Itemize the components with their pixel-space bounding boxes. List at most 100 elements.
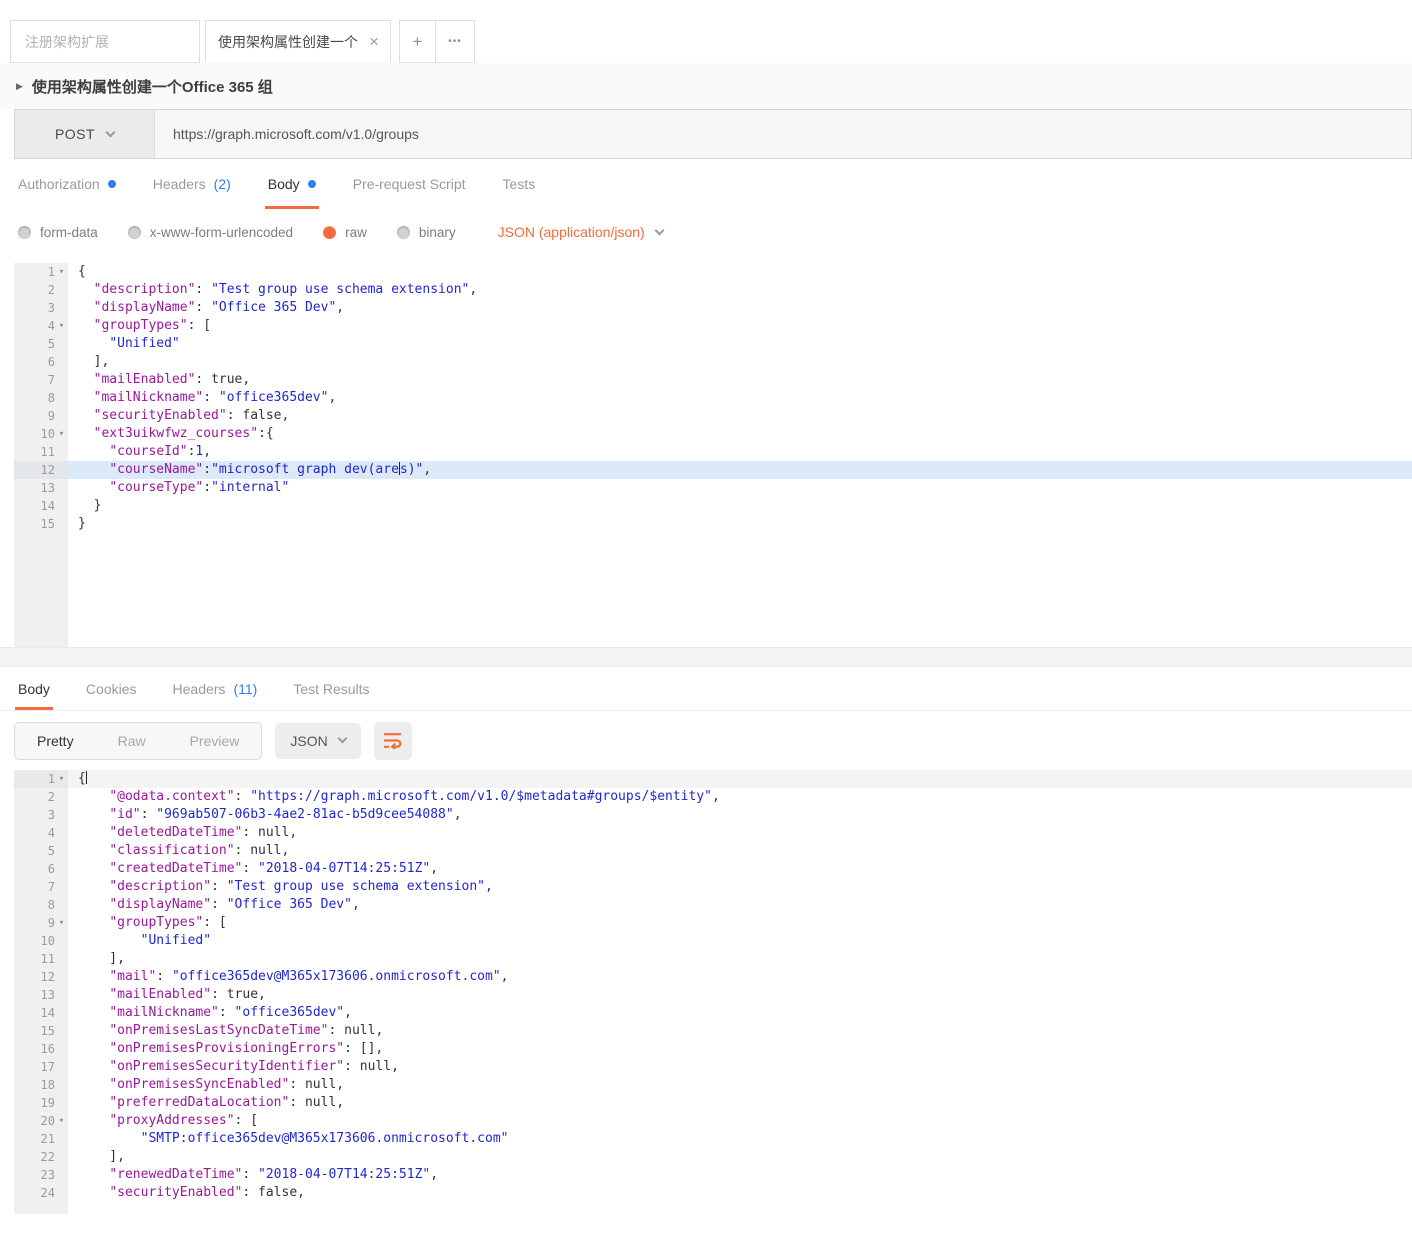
code-line[interactable]: 15} <box>14 515 1412 533</box>
code-line[interactable]: 1▾{ <box>14 263 1412 281</box>
code-line: 11 ], <box>14 950 1412 968</box>
tab-label: Body <box>18 681 50 697</box>
pane-divider[interactable] <box>0 647 1412 667</box>
code-line[interactable]: 3 "displayName": "Office 365 Dev", <box>14 299 1412 317</box>
code-line[interactable]: 7 "mailEnabled": true, <box>14 371 1412 389</box>
request-body-editor[interactable]: 1▾{2 "description": "Test group use sche… <box>14 263 1412 647</box>
tab-label: Pre-request Script <box>353 176 466 192</box>
radio-raw[interactable]: raw <box>323 225 367 240</box>
tab-authorization[interactable]: Authorization <box>18 159 116 209</box>
code-line: 1▾{ <box>14 770 1412 788</box>
tab-create-group-with-schema[interactable]: 使用架构属性创建一个 × <box>205 20 391 63</box>
code-line: 2 "@odata.context": "https://graph.micro… <box>14 788 1412 806</box>
close-tab-icon[interactable]: × <box>369 33 379 50</box>
tab-register-schema-extension[interactable]: 注册架构扩展 <box>10 20 200 63</box>
response-toolbar: Pretty Raw Preview JSON <box>0 711 1412 770</box>
tab-headers[interactable]: Headers (2) <box>153 159 231 209</box>
more-tabs-button[interactable]: ••• <box>436 20 475 63</box>
code-line: 13 "mailEnabled": true, <box>14 986 1412 1004</box>
preview-view-button[interactable]: Preview <box>168 723 262 759</box>
code-line: 8 "displayName": "Office 365 Dev", <box>14 896 1412 914</box>
radio-icon[interactable] <box>128 226 141 239</box>
tab-label: Headers <box>173 681 226 697</box>
view-mode-segmented-control: Pretty Raw Preview <box>14 722 262 760</box>
line-number-gutter: 14 <box>14 497 68 515</box>
line-number-gutter: 11 <box>14 443 68 461</box>
line-number-gutter: 8 <box>14 896 68 914</box>
line-number-gutter: 11 <box>14 950 68 968</box>
response-tabs: Body Cookies Headers (11) Test Results <box>0 667 1412 711</box>
line-number-gutter: 4 <box>14 824 68 842</box>
radio-binary[interactable]: binary <box>397 225 456 240</box>
line-number-gutter: 13 <box>14 479 68 497</box>
line-number-gutter: 3 <box>14 299 68 317</box>
radio-x-www-form-urlencoded[interactable]: x-www-form-urlencoded <box>128 225 293 240</box>
code-line[interactable]: 12 "courseName":"microsoft graph dev(are… <box>14 461 1412 479</box>
radio-icon[interactable] <box>397 226 410 239</box>
wrap-text-button[interactable] <box>374 722 412 760</box>
line-number-gutter: 9 <box>14 407 68 425</box>
code-line[interactable]: 6 ], <box>14 353 1412 371</box>
content-type-select[interactable]: JSON (application/json) <box>498 224 663 240</box>
code-line[interactable]: 13 "courseType":"internal" <box>14 479 1412 497</box>
code-line[interactable]: 2 "description": "Test group use schema … <box>14 281 1412 299</box>
tab-response-headers[interactable]: Headers (11) <box>173 667 258 710</box>
tab-tests[interactable]: Tests <box>503 159 536 209</box>
tab-pre-request-script[interactable]: Pre-request Script <box>353 159 466 209</box>
radio-form-data[interactable]: form-data <box>18 225 98 240</box>
fold-arrow-icon[interactable]: ▾ <box>55 770 68 788</box>
line-number-gutter: 7 <box>14 878 68 896</box>
line-number-gutter: 5 <box>14 842 68 860</box>
code-line: 4 "deletedDateTime": null, <box>14 824 1412 842</box>
radio-selected-icon[interactable] <box>323 226 336 239</box>
pretty-view-button[interactable]: Pretty <box>15 723 96 759</box>
line-number-gutter: 10▾ <box>14 425 68 443</box>
tab-cookies[interactable]: Cookies <box>86 667 137 710</box>
line-number-gutter: 22 <box>14 1148 68 1166</box>
method-select[interactable]: POST <box>15 110 154 158</box>
line-number-gutter: 24 <box>14 1184 68 1202</box>
url-input[interactable] <box>155 126 1411 142</box>
code-line[interactable]: 4▾ "groupTypes": [ <box>14 317 1412 335</box>
code-line[interactable]: 5 "Unified" <box>14 335 1412 353</box>
line-number-gutter: 13 <box>14 986 68 1004</box>
line-number-gutter: 3 <box>14 806 68 824</box>
radio-label: binary <box>419 225 456 240</box>
code-line: 10 "Unified" <box>14 932 1412 950</box>
fold-arrow-icon[interactable]: ▾ <box>55 263 68 281</box>
tab-body[interactable]: Body <box>268 159 316 209</box>
code-line: 24 "securityEnabled": false, <box>14 1184 1412 1202</box>
code-line[interactable]: 10▾ "ext3uikwfwz_courses":{ <box>14 425 1412 443</box>
fold-arrow-icon[interactable]: ▾ <box>55 1112 68 1130</box>
raw-view-button[interactable]: Raw <box>96 723 168 759</box>
body-mode-row: form-data x-www-form-urlencoded raw bina… <box>0 209 1412 255</box>
disclosure-triangle-icon[interactable]: ▶ <box>16 81 23 92</box>
chevron-down-icon <box>106 127 116 137</box>
code-line[interactable]: 14 } <box>14 497 1412 515</box>
request-title: 使用架构属性创建一个Office 365 组 <box>32 76 273 97</box>
code-line: 9▾ "groupTypes": [ <box>14 914 1412 932</box>
line-number-gutter: 19 <box>14 1094 68 1112</box>
tab-label: 使用架构属性创建一个 <box>218 32 358 52</box>
line-number-gutter: 4▾ <box>14 317 68 335</box>
headers-count-badge: (2) <box>214 176 231 192</box>
fold-arrow-icon[interactable]: ▾ <box>55 914 68 932</box>
line-number-gutter: 21 <box>14 1130 68 1148</box>
format-label: JSON <box>290 733 327 749</box>
fold-arrow-icon[interactable]: ▾ <box>55 425 68 443</box>
request-title-row[interactable]: ▶ 使用架构属性创建一个Office 365 组 <box>0 63 1412 109</box>
response-format-select[interactable]: JSON <box>275 723 360 759</box>
line-number-gutter: 18 <box>14 1076 68 1094</box>
tab-test-results[interactable]: Test Results <box>293 667 369 710</box>
code-line[interactable]: 11 "courseId":1, <box>14 443 1412 461</box>
line-number-gutter: 2 <box>14 788 68 806</box>
code-line[interactable]: 9 "securityEnabled": false, <box>14 407 1412 425</box>
tab-response-body[interactable]: Body <box>18 667 50 710</box>
line-number-gutter: 6 <box>14 860 68 878</box>
line-number-gutter: 15 <box>14 1022 68 1040</box>
code-line[interactable]: 8 "mailNickname": "office365dev", <box>14 389 1412 407</box>
fold-arrow-icon[interactable]: ▾ <box>55 317 68 335</box>
radio-icon[interactable] <box>18 226 31 239</box>
add-tab-button[interactable]: + <box>399 20 436 63</box>
filled-indicator-dot-icon <box>108 180 116 188</box>
